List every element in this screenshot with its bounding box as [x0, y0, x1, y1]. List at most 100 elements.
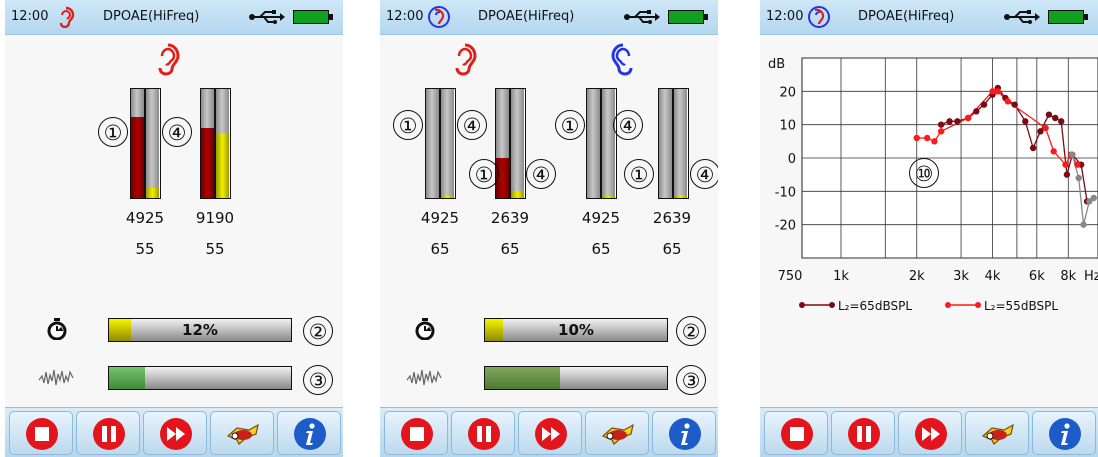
noise-waveform-icon: [406, 369, 442, 386]
probe-level: 65: [430, 240, 450, 258]
callout-marker-1: ①: [98, 117, 128, 147]
stop-button[interactable]: [384, 411, 448, 455]
data-point: [994, 88, 1002, 95]
stop-icon: [401, 418, 433, 450]
progress-percent: 12%: [182, 321, 218, 339]
stop-button[interactable]: [9, 411, 73, 455]
callout-marker-4: ④: [526, 159, 556, 189]
right-ear-icon: [455, 43, 477, 76]
probe-level: 65: [500, 240, 520, 258]
data-point: [1074, 161, 1081, 168]
data-point: [1004, 98, 1011, 105]
probe-fill-b: [511, 191, 524, 198]
data-point: [931, 138, 938, 145]
pause-button[interactable]: [76, 411, 140, 455]
toolbar: [5, 407, 343, 457]
callout-marker-4: ④: [162, 117, 192, 147]
probe-fill-b: [602, 195, 615, 198]
legend-marker-55: [945, 302, 951, 308]
status-bar: 12:00 DPOAE(HiFreq): [760, 0, 1098, 35]
x-tick-label: 6k: [1029, 269, 1045, 284]
probe-level: 55: [205, 240, 225, 258]
info-button[interactable]: [1032, 411, 1096, 455]
fast-forward-icon: [535, 418, 567, 450]
pause-icon: [848, 418, 880, 450]
probe-bar-4: [658, 88, 689, 199]
legend-marker-65: [799, 302, 805, 308]
fast-forward-button[interactable]: [143, 411, 207, 455]
probe-frequency: 4925: [581, 209, 621, 227]
right-ear-icon: [158, 43, 180, 76]
data-point: [973, 108, 980, 115]
stop-button[interactable]: [764, 411, 828, 455]
game-button[interactable]: [965, 411, 1029, 455]
status-time: 12:00: [766, 9, 804, 24]
probe-bar-1: [425, 88, 456, 199]
x-tick-label: 2k: [909, 269, 925, 284]
battery-icon: [1048, 10, 1088, 24]
both-ears-status-icon: [808, 6, 830, 28]
game-button[interactable]: [210, 411, 274, 455]
callout-marker-1: ①: [624, 159, 654, 189]
data-point: [937, 128, 945, 135]
plane-icon: [601, 423, 634, 445]
legend-marker-65: [829, 302, 835, 308]
probe-frequency: 9190: [195, 209, 235, 227]
info-button[interactable]: [652, 411, 716, 455]
y-tick-label: 10: [779, 119, 796, 134]
data-point: [1029, 144, 1037, 152]
noise-level-bar: [108, 366, 292, 390]
probe-bar-1: [130, 88, 161, 199]
info-icon: [1049, 418, 1081, 450]
pause-button[interactable]: [831, 411, 895, 455]
stop-icon: [26, 418, 58, 450]
callout-marker-3: ③: [676, 365, 706, 395]
status-time: 12:00: [386, 9, 424, 24]
x-axis-label: Hz: [1084, 269, 1098, 284]
data-point: [1080, 221, 1087, 228]
game-button[interactable]: [585, 411, 649, 455]
device-screen-3: 12:00 DPOAE(HiFreq) dB 20 10 0 -10 -20 750 1k 2k…: [760, 0, 1098, 457]
test-progress-bar: 10%: [484, 318, 668, 342]
probe-level: 65: [591, 240, 611, 258]
status-bar: 12:00 DPOAE(HiFreq): [380, 0, 718, 35]
noise-fill: [109, 367, 146, 389]
legend-label-65: L₂=65dBSPL: [838, 299, 912, 313]
data-point: [923, 134, 931, 142]
probe-bar-3: [586, 88, 617, 199]
data-point: [946, 118, 953, 125]
screen-title: DPOAE(HiFreq): [103, 9, 200, 24]
callout-marker-2: ②: [303, 316, 333, 346]
toolbar: [760, 407, 1098, 457]
callout-marker-4: ④: [690, 159, 718, 189]
probe-level: 65: [662, 240, 682, 258]
usb-icon: [249, 10, 285, 24]
status-bar: 12:00 DPOAE(HiFreq): [5, 0, 343, 35]
probe-level: 55: [135, 240, 155, 258]
fast-forward-icon: [915, 418, 947, 450]
x-tick-label: 4k: [985, 269, 1001, 284]
fast-forward-icon: [160, 418, 192, 450]
data-point: [937, 121, 945, 128]
plane-icon: [981, 423, 1014, 445]
device-screen-2: 12:00 DPOAE(HiFreq) ① ④ ① ④ ① ④ ① ④ 4925…: [380, 0, 718, 457]
x-tick-label: 8k: [1060, 269, 1076, 284]
usb-icon: [1004, 10, 1040, 24]
toolbar: [380, 407, 718, 457]
data-point: [1042, 124, 1049, 132]
fast-forward-button[interactable]: [898, 411, 962, 455]
info-icon: [669, 418, 701, 450]
callout-marker-2: ②: [676, 316, 706, 346]
x-tick-label: 750: [778, 269, 803, 284]
fast-forward-button[interactable]: [518, 411, 582, 455]
y-tick-label: -10: [775, 185, 796, 200]
pause-button[interactable]: [451, 411, 515, 455]
callout-marker-1: ①: [555, 110, 585, 140]
data-point: [913, 134, 920, 142]
y-tick-label: 0: [788, 152, 796, 167]
probe-fill-b: [441, 195, 454, 198]
info-button[interactable]: [277, 411, 341, 455]
data-point: [1022, 118, 1029, 125]
x-tick-label: 1k: [833, 269, 849, 284]
y-tick-label: -20: [775, 219, 796, 234]
